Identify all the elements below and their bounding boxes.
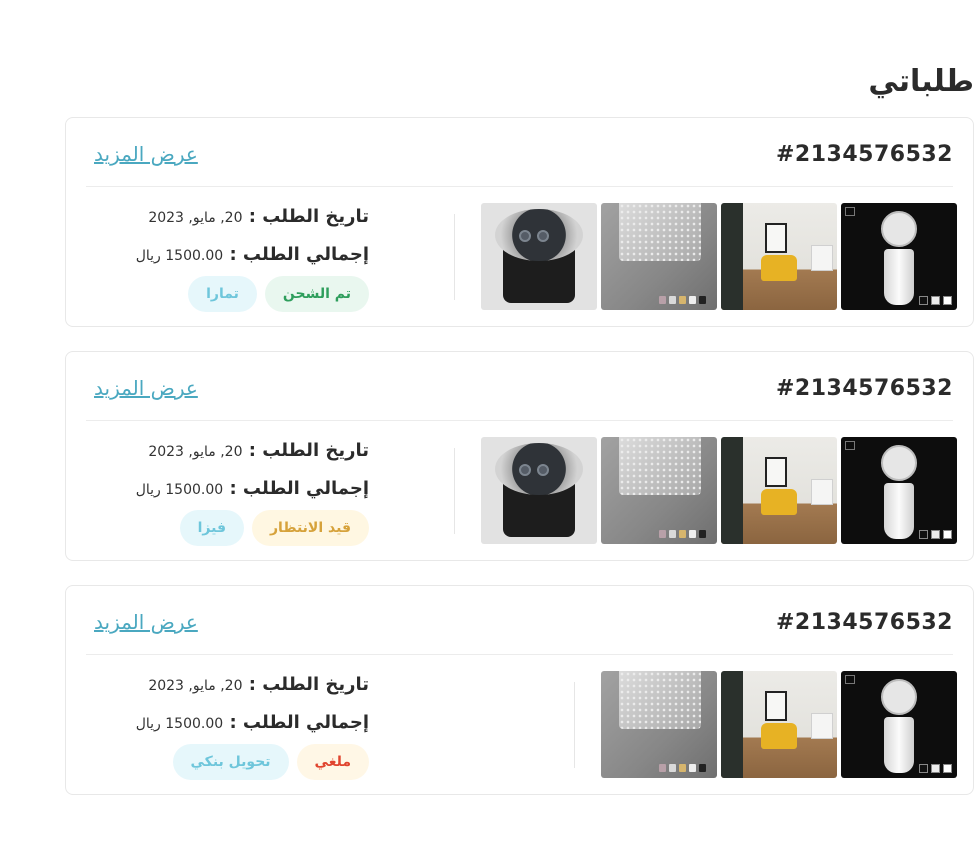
order-card: #2134576532 عرض المزيد تاريخ الطلب : 20,…: [65, 117, 974, 327]
page-title: طلباتي: [868, 64, 974, 99]
product-image-rain-shower[interactable]: [601, 203, 717, 310]
status-badge: تم الشحن: [264, 276, 369, 312]
vertical-divider: [574, 682, 575, 768]
card-divider: [86, 420, 953, 421]
order-badges: تم الشحن تمارا: [188, 276, 369, 312]
product-image-rain-shower[interactable]: [601, 437, 717, 544]
product-thumbnails: [481, 203, 957, 310]
order-card: #2134576532 عرض المزيد تاريخ الطلب : 20,…: [65, 585, 974, 795]
card-divider: [86, 654, 953, 655]
status-badge: قيد الانتظار: [252, 510, 369, 546]
view-more-link[interactable]: عرض المزيد: [94, 376, 198, 400]
payment-badge: فيزا: [179, 510, 244, 546]
order-info: تاريخ الطلب : 20, مايو, 2023 إجمالي الطل…: [136, 204, 369, 280]
order-card: #2134576532 عرض المزيد تاريخ الطلب : 20,…: [65, 351, 974, 561]
product-image-rain-shower[interactable]: [601, 671, 717, 778]
order-date-label: تاريخ الطلب :: [248, 440, 369, 461]
status-badge: ملغي: [296, 744, 369, 780]
product-thumbnails: [601, 671, 957, 778]
product-image-inground-light[interactable]: [481, 203, 597, 310]
order-number: #2134576532: [775, 376, 953, 401]
card-divider: [86, 186, 953, 187]
order-info: تاريخ الطلب : 20, مايو, 2023 إجمالي الطل…: [136, 438, 369, 514]
order-total-value: 1500.00 ريال: [135, 248, 224, 264]
order-badges: قيد الانتظار فيزا: [179, 510, 369, 546]
product-thumbnails: [481, 437, 957, 544]
product-image-pedestal-basin[interactable]: [841, 203, 957, 310]
order-date-value: 20, مايو, 2023: [148, 444, 243, 460]
order-number: #2134576532: [775, 610, 953, 635]
order-badges: ملغي تحويل بنكي: [172, 744, 369, 780]
order-date-value: 20, مايو, 2023: [148, 210, 243, 226]
order-total-value: 1500.00 ريال: [135, 716, 224, 732]
order-date-label: تاريخ الطلب :: [248, 206, 369, 227]
order-info: تاريخ الطلب : 20, مايو, 2023 إجمالي الطل…: [136, 672, 369, 748]
product-image-inground-light[interactable]: [481, 437, 597, 544]
product-image-living-room[interactable]: [721, 671, 837, 778]
payment-badge: تمارا: [188, 276, 257, 312]
order-date-label: تاريخ الطلب :: [248, 674, 369, 695]
vertical-divider: [454, 214, 455, 300]
order-total-label: إجمالي الطلب :: [229, 712, 369, 733]
product-image-pedestal-basin[interactable]: [841, 437, 957, 544]
order-number: #2134576532: [775, 142, 953, 167]
vertical-divider: [454, 448, 455, 534]
product-image-living-room[interactable]: [721, 203, 837, 310]
order-date-value: 20, مايو, 2023: [148, 678, 243, 694]
order-total-label: إجمالي الطلب :: [229, 244, 369, 265]
payment-badge: تحويل بنكي: [172, 744, 289, 780]
order-total-label: إجمالي الطلب :: [229, 478, 369, 499]
order-total-value: 1500.00 ريال: [135, 482, 224, 498]
view-more-link[interactable]: عرض المزيد: [94, 142, 198, 166]
product-image-pedestal-basin[interactable]: [841, 671, 957, 778]
product-image-living-room[interactable]: [721, 437, 837, 544]
view-more-link[interactable]: عرض المزيد: [94, 610, 198, 634]
